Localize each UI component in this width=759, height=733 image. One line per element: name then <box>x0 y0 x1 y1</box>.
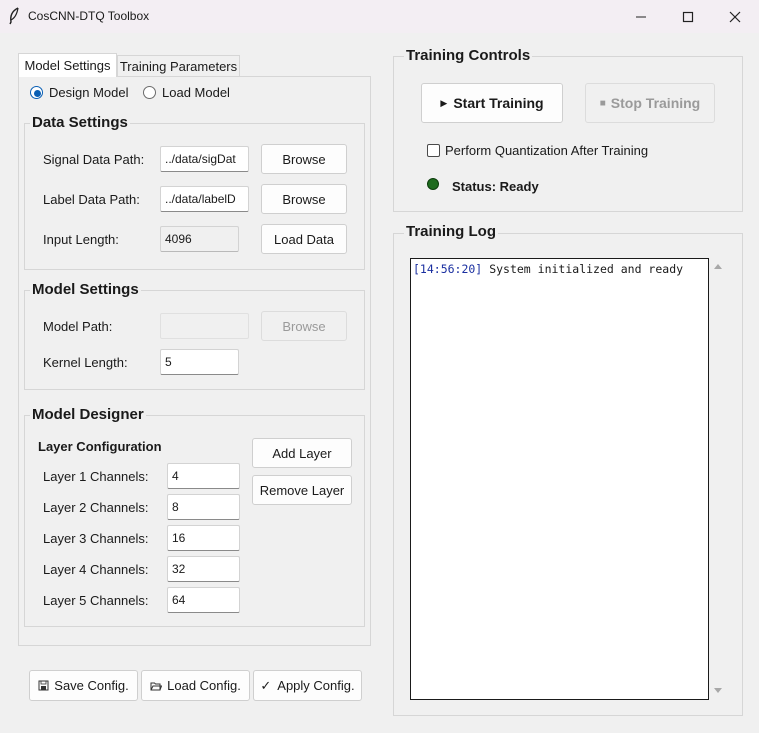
browse-signal-button[interactable]: Browse <box>261 144 347 174</box>
model-designer-title: Model Designer <box>30 406 146 423</box>
log-scrollbar[interactable] <box>711 258 725 700</box>
training-log-textarea[interactable]: [14:56:20] System initialized and ready <box>410 258 709 700</box>
data-settings-title: Data Settings <box>30 114 130 131</box>
scroll-up-icon[interactable] <box>713 262 723 270</box>
layer-2-label: Layer 2 Channels: <box>43 500 149 515</box>
button-label: Browse <box>282 151 326 167</box>
remove-layer-button[interactable]: Remove Layer <box>252 475 352 505</box>
button-label: Browse <box>282 191 326 207</box>
load-data-button[interactable]: Load Data <box>261 224 347 254</box>
button-label: Add Layer <box>272 445 332 461</box>
layer-3-label: Layer 3 Channels: <box>43 531 149 546</box>
load-config-button[interactable]: Load Config. <box>141 670 250 701</box>
input-length-field: 4096 <box>160 226 239 252</box>
layer-configuration-title: Layer Configuration <box>38 439 162 454</box>
save-icon <box>38 680 49 691</box>
log-timestamp: [14:56:20] <box>413 262 483 276</box>
radio-indicator[interactable] <box>143 86 156 99</box>
quantization-checkbox[interactable] <box>427 144 440 157</box>
radio-load-model[interactable]: Load Model <box>143 85 230 100</box>
folder-open-icon <box>150 682 163 690</box>
label-path-label: Label Data Path: <box>43 192 140 207</box>
button-label: Load Config. <box>167 678 241 693</box>
tab-label: Model Settings <box>24 58 111 73</box>
quantization-checkbox-row[interactable]: Perform Quantization After Training <box>427 143 648 158</box>
model-path-label: Model Path: <box>43 319 113 334</box>
layer-3-channels-input[interactable]: 16 <box>167 525 240 551</box>
input-length-label: Input Length: <box>43 232 119 247</box>
radio-label: Design Model <box>49 85 129 100</box>
feather-icon <box>9 7 19 25</box>
button-label: Start Training <box>453 95 544 111</box>
layer-1-channels-input[interactable]: 4 <box>167 463 240 489</box>
layer-4-channels-input[interactable]: 32 <box>167 556 240 582</box>
window-title: CosCNN-DTQ Toolbox <box>28 9 150 23</box>
log-entry: [14:56:20] System initialized and ready <box>411 259 708 279</box>
close-icon <box>729 11 741 22</box>
layer-5-label: Layer 5 Channels: <box>43 593 149 608</box>
scroll-down-icon[interactable] <box>713 687 723 695</box>
stop-icon: ■ <box>599 97 606 109</box>
button-label: Apply Config. <box>277 678 355 693</box>
save-config-button[interactable]: Save Config. <box>29 670 138 701</box>
browse-model-button[interactable]: Browse <box>261 311 347 341</box>
quantization-label: Perform Quantization After Training <box>445 143 649 158</box>
status-text: Status: Ready <box>452 179 539 194</box>
button-label: Browse <box>282 318 326 334</box>
layer-5-channels-input[interactable]: 64 <box>167 587 240 613</box>
label-path-input[interactable]: ../data/labelD <box>160 186 249 212</box>
signal-path-input[interactable]: ../data/sigDat <box>160 146 249 172</box>
training-log-title: Training Log <box>404 223 498 240</box>
play-icon: ▶ <box>440 97 448 108</box>
close-button[interactable] <box>712 0 758 33</box>
minimize-icon <box>636 16 646 17</box>
start-training-button[interactable]: ▶ Start Training <box>421 83 563 123</box>
kernel-length-label: Kernel Length: <box>43 355 128 370</box>
radio-label: Load Model <box>162 85 230 100</box>
signal-path-label: Signal Data Path: <box>43 152 145 167</box>
maximize-icon <box>682 11 694 22</box>
model-path-input[interactable] <box>160 313 249 339</box>
button-label: Save Config. <box>54 678 129 693</box>
model-settings-title: Model Settings <box>30 281 141 298</box>
training-controls-group <box>393 56 743 212</box>
add-layer-button[interactable]: Add Layer <box>252 438 352 468</box>
button-label: Load Data <box>274 231 334 247</box>
button-label: Stop Training <box>610 95 701 111</box>
title-bar: CosCNN-DTQ Toolbox <box>0 0 759 33</box>
tab-label: Training Parameters <box>119 58 238 74</box>
layer-4-label: Layer 4 Channels: <box>43 562 149 577</box>
minimize-button[interactable] <box>618 0 664 33</box>
radio-design-model[interactable]: Design Model <box>30 85 129 100</box>
button-label: Remove Layer <box>259 482 345 498</box>
apply-config-button[interactable]: ✓ Apply Config. <box>253 670 362 701</box>
tab-training-parameters[interactable]: Training Parameters <box>117 55 240 77</box>
stop-training-button[interactable]: ■ Stop Training <box>585 83 715 123</box>
tab-model-settings[interactable]: Model Settings <box>18 53 117 77</box>
layer-2-channels-input[interactable]: 8 <box>167 494 240 520</box>
status-indicator-icon <box>427 178 439 190</box>
kernel-length-input[interactable]: 5 <box>160 349 239 375</box>
checkmark-icon: ✓ <box>260 677 272 693</box>
browse-label-button[interactable]: Browse <box>261 184 347 214</box>
layer-1-label: Layer 1 Channels: <box>43 469 149 484</box>
maximize-button[interactable] <box>665 0 711 33</box>
log-message: System initialized and ready <box>489 262 684 276</box>
training-controls-title: Training Controls <box>404 47 533 64</box>
radio-indicator[interactable] <box>30 86 43 99</box>
